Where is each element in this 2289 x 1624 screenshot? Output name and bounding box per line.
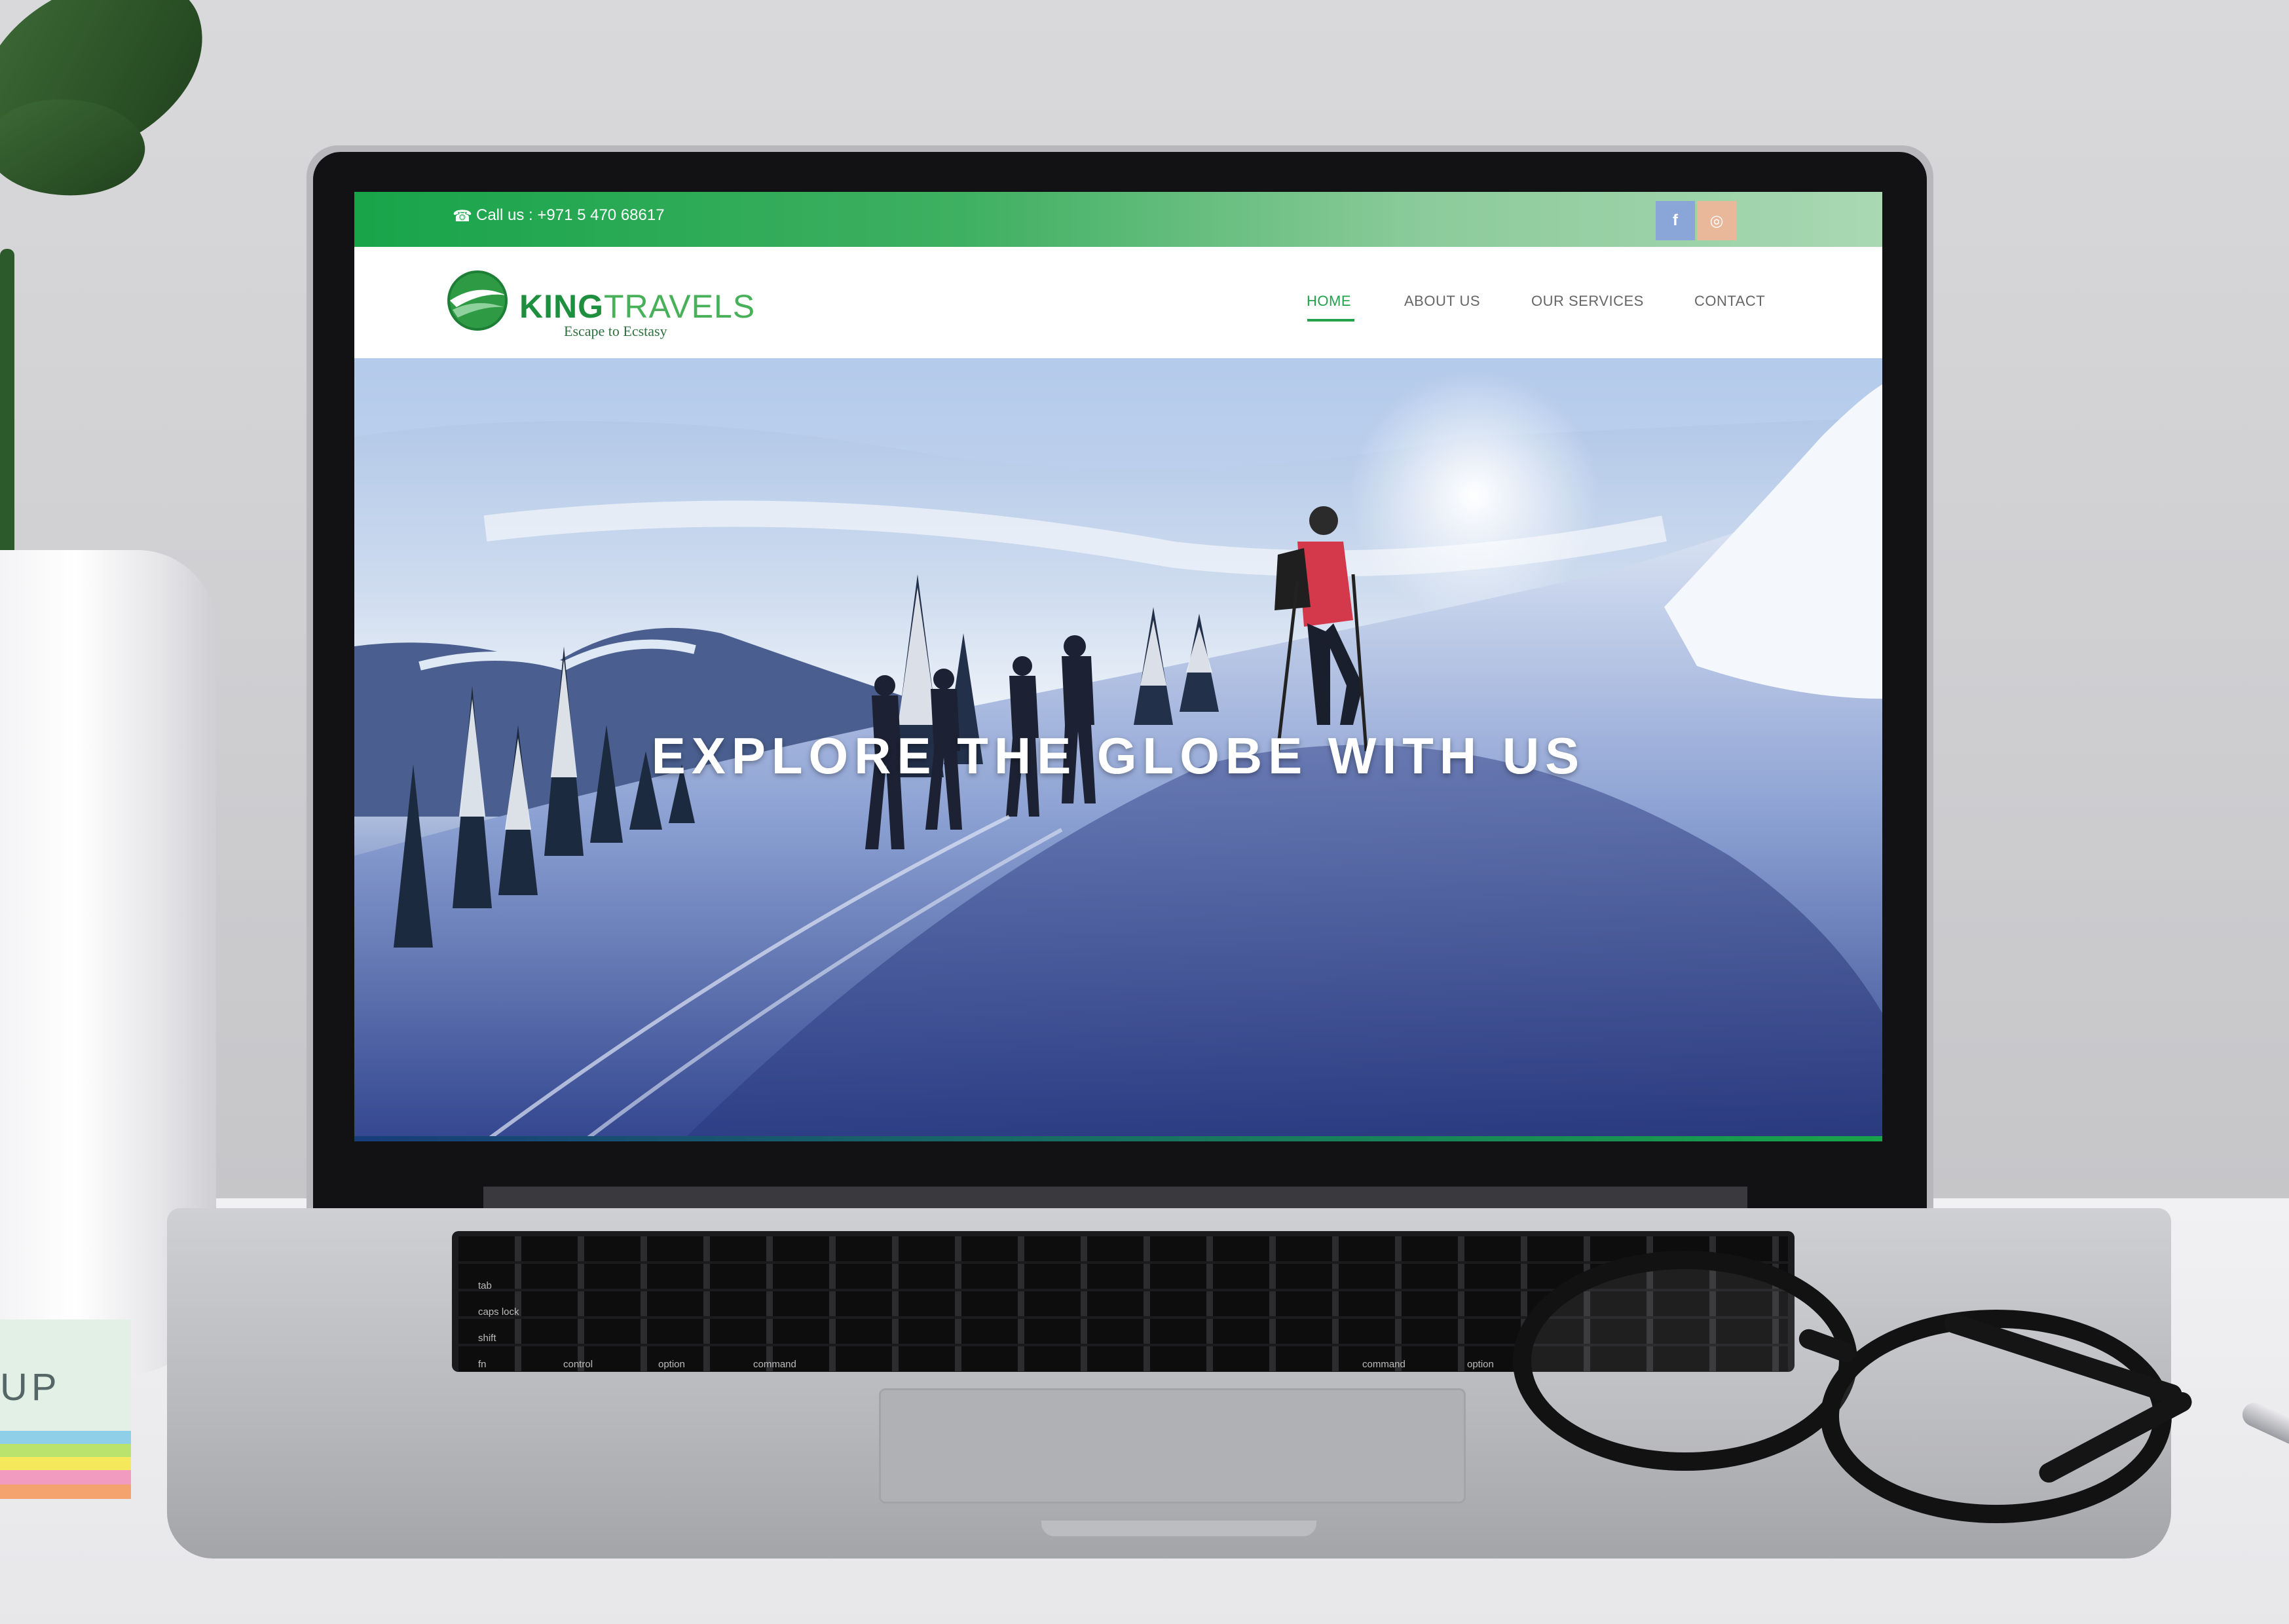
hero-headline: EXPLORE THE GLOBE WITH US <box>651 727 1586 784</box>
screen-bottom-accent <box>354 1136 1882 1141</box>
laptop-screen: ☎ Call us : +971 5 470 68617 f ◎ KINGTRA… <box>354 192 1882 1141</box>
laptop-trackpad <box>879 1388 1466 1504</box>
nav-contact[interactable]: CONTACT <box>1694 293 1765 310</box>
key-label-command-right: command <box>1362 1359 1405 1370</box>
nav-home[interactable]: HOME <box>1307 293 1351 310</box>
key-label-command: command <box>753 1359 796 1370</box>
facebook-button[interactable]: f <box>1656 201 1695 240</box>
call-us-text[interactable]: Call us : +971 5 470 68617 <box>476 206 665 225</box>
nav-active-indicator <box>1307 319 1354 322</box>
hero-banner: EXPLORE THE GLOBE WITH US <box>354 358 1882 1141</box>
key-label-option-right: option <box>1467 1359 1494 1370</box>
key-label-tab: tab <box>478 1280 492 1291</box>
glasses-lens-left <box>1513 1251 1857 1471</box>
top-contact-bar: ☎ Call us : +971 5 470 68617 f ◎ <box>354 192 1882 247</box>
laptop-front-notch <box>1041 1521 1316 1536</box>
nav-our-services[interactable]: OUR SERVICES <box>1531 293 1644 310</box>
keyboard-row <box>458 1236 1788 1261</box>
brand-travels: TRAVELS <box>604 288 756 325</box>
plant-stem <box>0 249 14 557</box>
phone-icon: ☎ <box>453 208 472 225</box>
site-header: KINGTRAVELS Escape to Ecstasy HOME ABOUT… <box>354 247 1882 358</box>
sticky-note-text: UP <box>0 1366 61 1409</box>
brand-name[interactable]: KINGTRAVELS <box>519 290 755 323</box>
key-label-fn: fn <box>478 1359 487 1370</box>
sticky-notes <box>0 1320 131 1500</box>
brand-tagline: Escape to Ecstasy <box>564 323 667 339</box>
instagram-icon: ◎ <box>1709 212 1724 230</box>
key-label-option: option <box>658 1359 685 1370</box>
instagram-button[interactable]: ◎ <box>1697 201 1736 240</box>
brand-king: KING <box>519 288 604 325</box>
king-travels-logo-icon[interactable] <box>443 269 512 332</box>
key-label-shift: shift <box>478 1333 496 1344</box>
key-label-control: control <box>563 1359 593 1370</box>
facebook-icon: f <box>1673 212 1678 229</box>
nav-about-us[interactable]: ABOUT US <box>1404 293 1480 310</box>
key-label-caps-lock: caps lock <box>478 1306 519 1318</box>
